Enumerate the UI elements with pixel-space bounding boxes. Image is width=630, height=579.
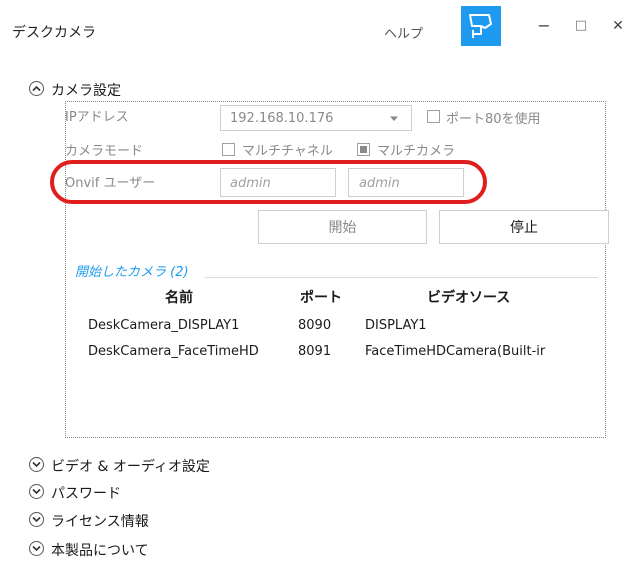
chevron-down-icon	[390, 116, 398, 121]
security-camera-icon	[469, 14, 492, 38]
port80-checkbox[interactable]	[427, 110, 440, 123]
license-toggle[interactable]	[29, 512, 44, 527]
multichannel-checkbox[interactable]	[222, 143, 235, 156]
started-cameras-legend: 開始したカメラ (2)	[75, 265, 189, 280]
ip-address-label: IPアドレス	[65, 110, 129, 125]
annotation-highlight	[50, 160, 487, 204]
chevron-down-icon	[32, 545, 41, 552]
multicamera-label: マルチカメラ	[377, 144, 456, 159]
cell-video-source: FaceTimeHDCamera(Built-ir	[365, 344, 546, 359]
camera-toggle-button[interactable]	[461, 6, 501, 46]
multicamera-checkbox[interactable]	[357, 143, 370, 156]
password-toggle[interactable]	[29, 484, 44, 499]
column-header-port[interactable]: ポート	[300, 287, 342, 307]
about-toggle[interactable]	[29, 541, 44, 556]
close-icon: ✕	[612, 18, 624, 34]
start-button[interactable]: 開始	[258, 210, 427, 244]
video-audio-toggle[interactable]	[29, 457, 44, 472]
multichannel-label: マルチチャネル	[242, 144, 333, 159]
cell-port: 8091	[298, 344, 332, 359]
table-row[interactable]: DeskCamera_FaceTimeHD 8091 FaceTimeHDCam…	[80, 342, 600, 364]
chevron-down-icon	[32, 488, 41, 495]
minimize-icon: −	[537, 16, 551, 35]
camera-mode-label: カメラモード	[65, 144, 144, 159]
help-link[interactable]: ヘルプ	[384, 23, 423, 42]
cell-port: 8090	[298, 318, 332, 333]
about-header[interactable]: 本製品について	[51, 540, 149, 560]
port80-label: ポート80を使用	[446, 112, 541, 127]
camera-settings-header[interactable]: カメラ設定	[51, 80, 121, 100]
cell-video-source: DISPLAY1	[365, 318, 427, 333]
minimize-button[interactable]: −	[532, 14, 556, 38]
maximize-icon: □	[574, 18, 588, 33]
table-row[interactable]: DeskCamera_DISPLAY1 8090 DISPLAY1	[80, 316, 600, 338]
camera-settings-toggle[interactable]	[29, 81, 44, 96]
column-header-video-source[interactable]: ビデオソース	[427, 287, 510, 307]
chevron-up-icon	[32, 85, 41, 92]
cell-name: DeskCamera_FaceTimeHD	[88, 344, 259, 359]
ip-address-value: 192.168.10.176	[230, 111, 334, 126]
stop-button[interactable]: 停止	[439, 210, 609, 244]
license-info-header[interactable]: ライセンス情報	[51, 511, 149, 531]
chevron-down-icon	[32, 516, 41, 523]
video-audio-settings-header[interactable]: ビデオ & オーディオ設定	[51, 456, 210, 476]
cell-name: DeskCamera_DISPLAY1	[88, 318, 240, 333]
password-header[interactable]: パスワード	[51, 483, 121, 503]
column-header-name[interactable]: 名前	[165, 287, 193, 307]
group-divider	[205, 277, 598, 278]
ip-address-dropdown[interactable]: 192.168.10.176	[220, 105, 412, 131]
chevron-down-icon	[32, 461, 41, 468]
maximize-button[interactable]: □	[569, 14, 593, 38]
close-button[interactable]: ✕	[606, 14, 630, 38]
app-title: デスクカメラ	[12, 25, 96, 41]
